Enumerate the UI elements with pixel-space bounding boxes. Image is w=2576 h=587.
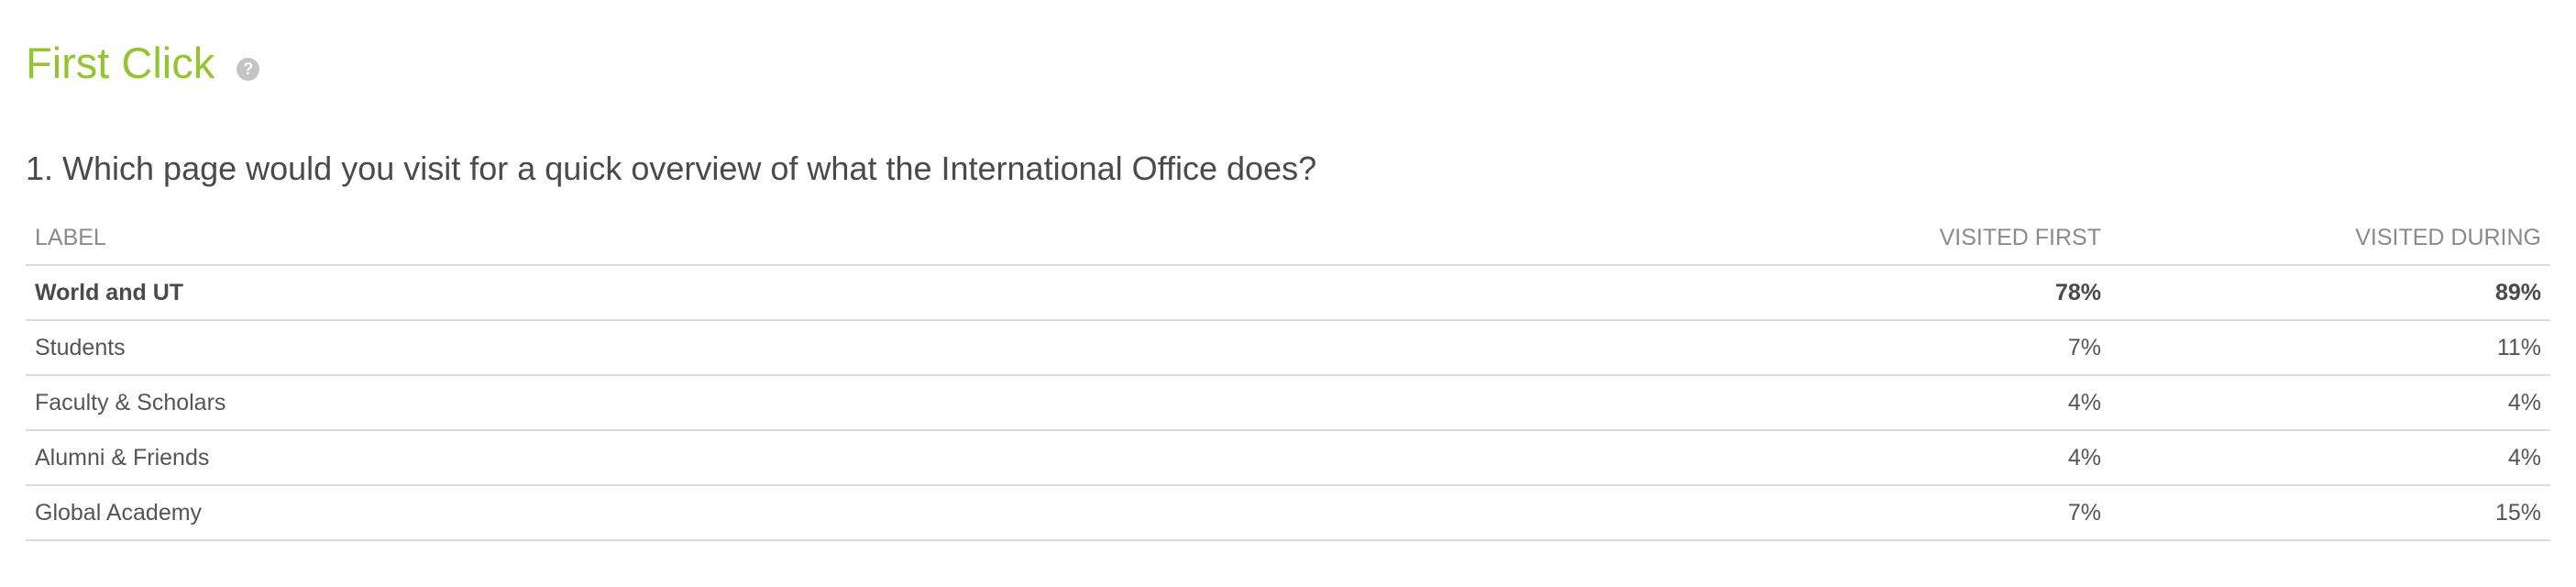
row-visited-during: 4% [2110, 375, 2550, 431]
row-label: World and UT [26, 265, 1707, 321]
row-visited-during: 89% [2110, 265, 2550, 321]
row-visited-first: 4% [1707, 375, 2110, 431]
table-row: Global Academy 7% 15% [26, 485, 2550, 541]
question-circle-icon[interactable]: ? [237, 57, 260, 81]
row-visited-first: 78% [1707, 265, 2110, 321]
table-row: Alumni & Friends 4% 4% [26, 430, 2550, 486]
table-row: Students 7% 11% [26, 320, 2550, 376]
section-header: First Click ? [26, 0, 2550, 90]
column-header-visited-during: VISITED DURING [2110, 211, 2550, 266]
section-title: First Click [26, 39, 215, 87]
row-visited-during: 11% [2110, 320, 2550, 376]
row-label: Global Academy [26, 485, 1707, 541]
column-header-label: LABEL [26, 211, 1707, 266]
question-text: 1. Which page would you visit for a quic… [26, 150, 1317, 187]
first-click-results-page: First Click ? 1. Which page would you vi… [0, 0, 2576, 587]
row-visited-first: 7% [1707, 485, 2110, 541]
table-row: Faculty & Scholars 4% 4% [26, 375, 2550, 431]
row-visited-first: 7% [1707, 320, 2110, 376]
row-label: Students [26, 320, 1707, 376]
row-visited-during: 15% [2110, 485, 2550, 541]
row-visited-during: 4% [2110, 430, 2550, 486]
row-label: Faculty & Scholars [26, 375, 1707, 431]
column-header-visited-first: VISITED FIRST [1707, 211, 2110, 266]
table-header-row: LABEL VISITED FIRST VISITED DURING [26, 211, 2550, 266]
results-table: LABEL VISITED FIRST VISITED DURING World… [26, 211, 2550, 541]
row-label: Alumni & Friends [26, 430, 1707, 486]
row-visited-first: 4% [1707, 430, 2110, 486]
table-row: World and UT 78% 89% [26, 265, 2550, 321]
